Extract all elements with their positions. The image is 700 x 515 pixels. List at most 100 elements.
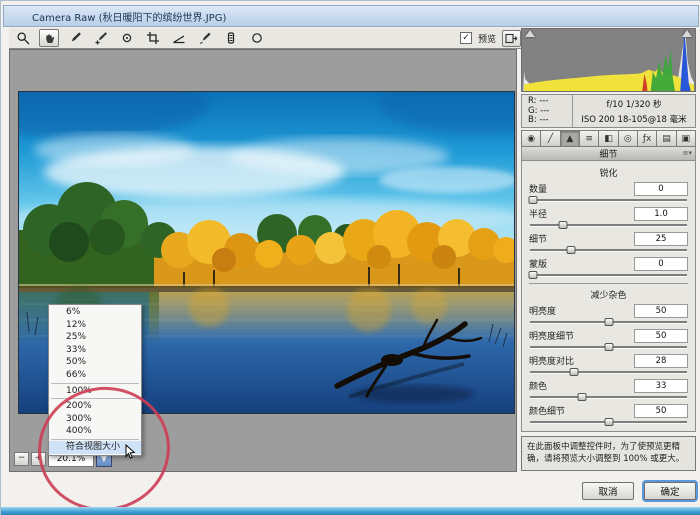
slider-thumb[interactable] [528, 196, 538, 204]
slider-thumb[interactable] [528, 271, 538, 279]
rgb-readout: R: --- G: --- B: --- [522, 95, 573, 127]
ok-button[interactable]: 确定 [644, 482, 696, 500]
slider-color: 颜色 33 [529, 378, 688, 401]
detail-panel: 锐化 数量 0 半径 1.0 细节 25 蒙版 0 减少杂色 明亮度 50 明亮… [521, 161, 696, 432]
slider-label: 明亮度对比 [529, 357, 575, 367]
slider-value-field[interactable]: 25 [634, 231, 688, 246]
slider-track[interactable] [528, 271, 687, 279]
tab-snapshots[interactable]: ▣ [676, 130, 696, 147]
tab-presets[interactable]: ▤ [657, 130, 677, 147]
slider-value-field[interactable]: 33 [634, 378, 688, 393]
slider-thumb[interactable] [604, 318, 613, 326]
preview-checkbox[interactable]: ✓ [459, 32, 472, 44]
right-panel: R: --- G: --- B: --- f/10 1/320 秒 ISO 20… [521, 28, 696, 479]
slider-track[interactable] [530, 418, 687, 426]
cancel-button[interactable]: 取消 [582, 482, 634, 500]
slider-value-field[interactable]: 0 [634, 256, 688, 271]
slider-luminance: 明亮度 50 [529, 303, 688, 326]
slider-value-field[interactable]: 50 [634, 403, 688, 418]
tab-tone-curve[interactable]: ╱ [541, 130, 561, 147]
color-sampler-tool-icon[interactable] [91, 29, 111, 47]
slider-value-field[interactable]: 28 [634, 353, 688, 368]
slider-color-detail: 颜色细节 50 [529, 403, 688, 426]
camera-raw-dialog: Camera Raw (秋日暖阳下的缤纷世界.JPG) ✓ 预览 − + 20.… [0, 0, 700, 515]
zoom-menu-item[interactable]: 66% [49, 369, 141, 382]
targeted-adjustment-tool-icon[interactable] [117, 29, 137, 47]
iso-lens-info: ISO 200 18-105@18 毫米 [581, 114, 687, 125]
tab-split-toning[interactable]: ◧ [599, 130, 619, 147]
preview-label: 预览 [477, 34, 496, 45]
sharpen-heading: 锐化 [599, 169, 618, 179]
title-bar[interactable]: Camera Raw (秋日暖阳下的缤纷世界.JPG) [3, 5, 699, 27]
shot-info: f/10 1/320 秒 ISO 200 18-105@18 毫米 [573, 95, 695, 127]
slider-track[interactable] [530, 246, 687, 254]
zoom-menu-item[interactable]: 12% [49, 319, 141, 332]
slider-label: 颜色细节 [529, 407, 566, 417]
slider-track[interactable] [530, 221, 687, 229]
slider-value-field[interactable]: 1.0 [634, 206, 688, 221]
tab-basic[interactable]: ◉ [521, 130, 542, 147]
check-icon: ✓ [462, 32, 470, 43]
slider-thumb[interactable] [558, 221, 568, 229]
slider-radius: 半径 1.0 [529, 206, 688, 229]
highlight-clipping-icon[interactable] [682, 30, 692, 37]
slider-track[interactable] [530, 343, 687, 351]
zoom-menu-item[interactable]: 50% [49, 356, 141, 369]
slider-label: 颜色 [529, 382, 548, 392]
slider-thumb[interactable] [569, 368, 579, 376]
zoom-out-button[interactable]: − [14, 452, 29, 466]
shadow-clipping-icon[interactable] [525, 30, 535, 37]
slider-label: 细节 [529, 235, 548, 245]
hand-tool-icon[interactable] [39, 29, 59, 47]
slider-luminance-contrast: 明亮度对比 28 [529, 353, 688, 376]
slider-track[interactable] [530, 318, 687, 326]
panel-flyout-menu-icon[interactable]: ≡▾ [683, 149, 692, 157]
slider-value-field[interactable]: 50 [634, 303, 688, 318]
tab-detail[interactable]: ▲ [560, 130, 580, 147]
slider-label: 数量 [529, 185, 548, 195]
slider-value-field[interactable]: 0 [634, 181, 688, 196]
slider-label: 明亮度细节 [529, 332, 575, 342]
slider-amount: 数量 0 [528, 181, 688, 204]
panel-tabs: ◉ ╱ ▲ ≡ ◧ ◎ ƒx ▤ ▣ [521, 130, 696, 147]
slider-label: 蒙版 [529, 260, 548, 270]
slider-track[interactable] [530, 368, 687, 376]
noise-reduction-heading: 减少杂色 [590, 291, 627, 301]
straighten-tool-icon[interactable] [169, 29, 189, 47]
slider-value-field[interactable]: 50 [634, 328, 688, 343]
slider-label: 明亮度 [529, 307, 557, 317]
zoom-menu-item[interactable]: 6% [49, 306, 141, 319]
spot-removal-tool-icon[interactable] [195, 29, 215, 47]
slider-thumb[interactable] [604, 343, 613, 351]
slider-thumb[interactable] [577, 393, 587, 401]
slider-label: 半径 [529, 210, 548, 220]
slider-track[interactable] [530, 393, 687, 401]
menu-separator [51, 382, 139, 384]
tab-camera-calibration[interactable]: ƒx [637, 130, 658, 147]
panel-title: 细节 [599, 150, 618, 160]
slider-thumb[interactable] [604, 418, 613, 426]
white-balance-tool-icon[interactable] [65, 29, 85, 47]
fullscreen-toggle-button[interactable] [502, 29, 521, 47]
tab-lens-corrections[interactable]: ◎ [618, 130, 638, 147]
slider-detail: 细节 25 [529, 231, 688, 254]
crop-tool-icon[interactable] [143, 29, 163, 47]
tab-hsl-grayscale[interactable]: ≡ [579, 130, 600, 147]
zoom-tool-icon[interactable] [13, 29, 33, 47]
red-eye-removal-tool-icon[interactable] [221, 29, 241, 47]
zoom-menu-item[interactable]: 25% [49, 331, 141, 344]
rotate-tool-icon[interactable] [247, 29, 267, 47]
panel-header: 细节 ≡▾ [521, 147, 696, 161]
window-title: Camera Raw (秋日暖阳下的缤纷世界.JPG) [32, 12, 227, 24]
slider-thumb[interactable] [566, 246, 576, 254]
histogram[interactable] [521, 28, 696, 92]
slider-luminance-detail: 明亮度细节 50 [529, 328, 688, 351]
mouse-cursor-icon [125, 444, 136, 459]
slider-track[interactable] [528, 196, 687, 204]
zoom-menu-item[interactable]: 33% [49, 344, 141, 357]
slider-masking: 蒙版 0 [528, 256, 688, 279]
exposure-info: f/10 1/320 秒 [606, 99, 662, 110]
section-separator [529, 283, 688, 284]
toolbar: ✓ 预览 [9, 28, 525, 49]
preview-hint-note: 在此面板中调整控件时，为了使预览更精确，请将预览大小调整到 100% 或更大。 [521, 436, 696, 471]
